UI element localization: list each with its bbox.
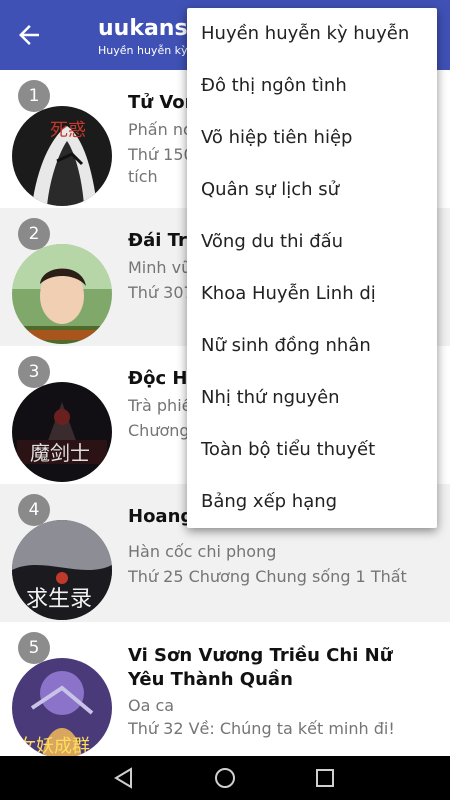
book-title: Vi Sơn Vương Triều Chi Nữ Yêu Thành Quần bbox=[128, 645, 393, 690]
cover-title-text: 女妖成群 bbox=[18, 736, 90, 756]
menu-item-huyen-huyen[interactable]: Huyền huyễn kỳ huyễn bbox=[201, 8, 431, 60]
cover-title-text: 求生录 bbox=[26, 587, 92, 612]
nav-recents-icon[interactable] bbox=[313, 766, 337, 790]
nav-back-icon[interactable] bbox=[112, 766, 136, 790]
book-author: Phấn nọ bbox=[128, 120, 193, 139]
book-author: Minh vũ bbox=[128, 258, 192, 277]
nav-home-icon[interactable] bbox=[213, 766, 237, 790]
cover-title-text: 魔剑士 bbox=[30, 441, 90, 465]
book-author: Oa ca bbox=[128, 696, 175, 715]
book-author: Trà phiế bbox=[128, 396, 192, 415]
book-author: Hàn cốc chi phong bbox=[128, 542, 277, 561]
back-arrow-icon[interactable] bbox=[14, 20, 44, 50]
menu-item-vong-du[interactable]: Võng du thi đấu bbox=[201, 216, 431, 268]
rank-badge: 5 bbox=[18, 632, 50, 664]
book-cover bbox=[12, 244, 112, 344]
rank-badge: 3 bbox=[18, 356, 50, 388]
system-nav-bar bbox=[0, 756, 450, 800]
menu-item-quan-su[interactable]: Quân sự lịch sử bbox=[201, 164, 431, 216]
book-chapter: Thứ 25 Chương Chung sống 1 Thất bbox=[128, 567, 407, 586]
rank-badge: 4 bbox=[18, 494, 50, 526]
category-popup-menu: Huyền huyễn kỳ huyễn Đô thị ngôn tình Võ… bbox=[187, 8, 437, 528]
menu-item-toan-bo[interactable]: Toàn bộ tiểu thuyết bbox=[201, 424, 431, 476]
app-subtitle: Huyền huyễn kỳ h bbox=[98, 44, 199, 57]
rank-badge: 1 bbox=[18, 80, 50, 112]
book-cover: 魔剑士 bbox=[12, 382, 112, 482]
menu-item-nu-sinh[interactable]: Nữ sinh đồng nhân bbox=[201, 320, 431, 372]
book-cover: 死惑 bbox=[12, 106, 112, 206]
cover-title-text: 死惑 bbox=[50, 120, 86, 141]
book-row[interactable]: 女妖成群 5 Vi Sơn Vương Triều Chi Nữ Yêu Thà… bbox=[0, 622, 450, 756]
book-cover: 女妖成群 bbox=[12, 658, 112, 756]
book-chapter: Thứ 32 Về: Chúng ta kết minh đi! bbox=[128, 719, 395, 738]
menu-item-do-thi[interactable]: Đô thị ngôn tình bbox=[201, 60, 431, 112]
menu-item-bang-xep-hang[interactable]: Bảng xếp hạng bbox=[201, 476, 431, 528]
rank-badge: 2 bbox=[18, 218, 50, 250]
menu-item-khoa-huyen[interactable]: Khoa Huyễn Linh dị bbox=[201, 268, 431, 320]
menu-item-vo-hiep[interactable]: Võ hiệp tiên hiệp bbox=[201, 112, 431, 164]
menu-item-nhi-thu-nguyen[interactable]: Nhị thứ nguyên bbox=[201, 372, 431, 424]
book-cover: 求生录 bbox=[12, 520, 112, 620]
